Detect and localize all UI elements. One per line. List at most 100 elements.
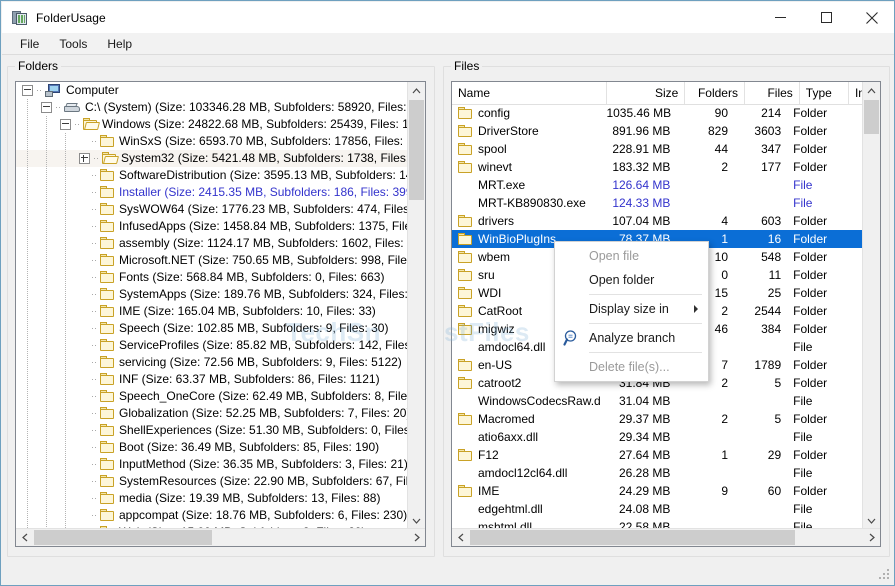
context-menu-item[interactable]: Display size in — [555, 297, 708, 321]
table-row[interactable]: spool 228.91 MB 44 347 Folder — [452, 140, 865, 158]
cell-name: MRT-KB890830.exe — [452, 196, 600, 210]
tree-line: ·· — [91, 442, 97, 452]
column-header-files[interactable]: Files — [745, 82, 800, 104]
files-list-hscrollbar[interactable] — [452, 528, 880, 546]
folder-tree-hscrollbar[interactable] — [16, 528, 425, 546]
scroll-down-icon[interactable] — [408, 512, 425, 529]
tree-node[interactable]: ·· SoftwareDistribution (Size: 3595.13 MB… — [16, 167, 410, 184]
maximize-button[interactable] — [803, 2, 849, 33]
tree-node[interactable]: ·· appcompat (Size: 18.76 MB, Subfolders:… — [16, 507, 410, 524]
folder-tree-vscroll-thumb[interactable] — [409, 100, 424, 200]
table-row[interactable]: config 1035.46 MB 90 214 Folder — [452, 104, 865, 122]
folder-icon — [458, 268, 472, 281]
cell-size: 27.64 MB — [619, 448, 671, 462]
expand-icon[interactable] — [79, 153, 90, 164]
table-row[interactable]: drivers 107.04 MB 4 603 Folder — [452, 212, 865, 230]
cell-name-text: wbem — [478, 250, 511, 264]
tree-node[interactable]: ·· Speech_OneCore (Size: 62.49 MB, Subfol… — [16, 388, 410, 405]
tree-node[interactable]: ·· INF (Size: 63.37 MB, Subfolders: 86, F… — [16, 371, 410, 388]
tree-guide-line — [65, 133, 66, 530]
scroll-right-icon[interactable] — [408, 529, 425, 546]
tree-node[interactable]: ·· InputMethod (Size: 36.35 MB, Subfolder… — [16, 456, 410, 473]
table-row[interactable]: winevt 183.32 MB 2 177 Folder — [452, 158, 865, 176]
folder-tree-vscrollbar[interactable] — [407, 82, 425, 529]
tree-node-label: servicing (Size: 72.56 MB, Subfolders: 9… — [119, 355, 402, 369]
column-header-name[interactable]: Name — [452, 82, 607, 104]
scroll-left-icon[interactable] — [452, 529, 469, 546]
resize-grip-icon[interactable] — [879, 569, 891, 581]
computer-icon — [45, 84, 61, 97]
column-header-folders[interactable]: Folders — [685, 82, 745, 104]
folder-icon — [100, 441, 114, 453]
tree-node[interactable]: ·· ServiceProfiles (Size: 85.82 MB, Subfo… — [16, 337, 410, 354]
files-list-vscrollbar[interactable] — [862, 82, 880, 529]
column-header-size[interactable]: Size — [607, 82, 686, 104]
tree-node[interactable]: ·· IME (Size: 165.04 MB, Subfolders: 10, … — [16, 303, 410, 320]
files-list-hscroll-thumb[interactable] — [470, 530, 795, 545]
cell-name-text: config — [478, 106, 511, 120]
scroll-right-icon[interactable] — [863, 529, 880, 546]
context-menu-item-label: Open file — [589, 249, 640, 263]
cell-size: 24.08 MB — [619, 502, 671, 516]
tree-node[interactable]: ·· Microsoft.NET (Size: 750.65 MB, Subfol… — [16, 252, 410, 269]
close-button[interactable] — [849, 2, 894, 33]
tree-node[interactable]: ·· Globalization (Size: 52.25 MB, Subfold… — [16, 405, 410, 422]
tree-line: ·· — [93, 153, 99, 163]
scroll-up-icon[interactable] — [408, 82, 425, 99]
table-row[interactable]: Macromed 29.37 MB 2 5 Folder — [452, 410, 865, 428]
cell-name-text: CatRoot — [478, 304, 523, 318]
collapse-icon[interactable] — [41, 102, 52, 113]
menu-tools[interactable]: Tools — [49, 35, 97, 53]
tree-node[interactable]: ·· servicing (Size: 72.56 MB, Subfolders:… — [16, 354, 410, 371]
tree-node[interactable]: ·· Speech (Size: 102.85 MB, Subfolders: 9… — [16, 320, 410, 337]
table-row[interactable]: MRT.exe 126.64 MB File — [452, 176, 865, 194]
table-row[interactable]: DriverStore 891.96 MB 829 3603 Folder — [452, 122, 865, 140]
table-row[interactable]: edgehtml.dll 24.08 MB File — [452, 500, 865, 518]
tree-node[interactable]: ·· SystemResources (Size: 22.90 MB, Subfo… — [16, 473, 410, 490]
context-menu-item[interactable]: Analyze branch — [555, 326, 708, 350]
table-row[interactable]: MRT-KB890830.exe 124.33 MB File — [452, 194, 865, 212]
collapse-icon[interactable] — [60, 119, 71, 130]
folder-icon — [100, 135, 114, 147]
collapse-icon[interactable] — [22, 85, 33, 96]
tree-node[interactable]: ·· media (Size: 19.39 MB, Subfolders: 13,… — [16, 490, 410, 507]
files-list-vscroll-thumb[interactable] — [864, 100, 879, 134]
menu-file[interactable]: File — [10, 35, 49, 53]
folder-tree-hscroll-thumb[interactable] — [34, 530, 212, 545]
tree-node-label: Globalization (Size: 52.25 MB, Subfolder… — [119, 406, 410, 420]
cell-files: 11 — [768, 268, 782, 282]
tree-node[interactable]: ·· SysWOW64 (Size: 1776.23 MB, Subfolders… — [16, 201, 410, 218]
tree-node[interactable]: ·· ShellExperiences (Size: 51.30 MB, Subf… — [16, 422, 410, 439]
tree-node[interactable]: ·· assembly (Size: 1124.17 MB, Subfolders… — [16, 235, 410, 252]
tree-node[interactable]: ·· WinSxS (Size: 6593.70 MB, Subfolders: … — [16, 133, 410, 150]
folder-icon — [458, 142, 472, 155]
tree-node[interactable]: ·· System32 (Size: 5421.48 MB, Subfolders… — [16, 150, 410, 167]
tree-node[interactable]: ·· InfusedApps (Size: 1458.84 MB, Subfold… — [16, 218, 410, 235]
cell-name-text: WDI — [478, 286, 502, 300]
menu-help[interactable]: Help — [97, 35, 142, 53]
table-row[interactable]: amdocl12cl64.dll 26.28 MB File — [452, 464, 865, 482]
table-row[interactable]: IME 24.29 MB 9 60 Folder — [452, 482, 865, 500]
minimize-button[interactable] — [757, 2, 803, 33]
context-menu-item[interactable]: Open folder — [555, 268, 708, 292]
cell-name-text: atio6axx.dll — [478, 430, 539, 444]
column-header-type[interactable]: Type — [800, 82, 849, 104]
tree-node[interactable]: ·· Installer (Size: 2415.35 MB, Subfolder… — [16, 184, 410, 201]
files-context-menu[interactable]: Open file Open folder Display size in Analy… — [554, 241, 709, 382]
tree-node[interactable]: ·· Fonts (Size: 568.84 MB, Subfolders: 0,… — [16, 269, 410, 286]
scroll-up-icon[interactable] — [863, 82, 880, 99]
folder-tree[interactable]: ·· Computer ·· C:\ (System) (Size: 103346.2… — [15, 81, 426, 547]
tree-node[interactable]: ·· Boot (Size: 36.49 MB, Subfolders: 85, … — [16, 439, 410, 456]
files-list-header[interactable]: NameSizeFoldersFilesTypeInfo — [452, 82, 880, 105]
table-row[interactable]: F12 27.64 MB 1 29 Folder — [452, 446, 865, 464]
scroll-down-icon[interactable] — [863, 512, 880, 529]
table-row[interactable]: WindowsCodecsRaw.dll 31.04 MB File — [452, 392, 865, 410]
tree-node[interactable]: ·· C:\ (System) (Size: 103346.28 MB, Subf… — [16, 99, 410, 116]
tree-node[interactable]: ·· Computer — [16, 82, 410, 99]
tree-node-label: Microsoft.NET (Size: 750.65 MB, Subfolde… — [119, 253, 410, 267]
tree-node[interactable]: ·· Windows (Size: 24822.68 MB, Subfolders… — [16, 116, 410, 133]
submenu-arrow-icon — [694, 305, 698, 313]
table-row[interactable]: atio6axx.dll 29.34 MB File — [452, 428, 865, 446]
tree-node[interactable]: ·· SystemApps (Size: 189.76 MB, Subfolder… — [16, 286, 410, 303]
scroll-left-icon[interactable] — [16, 529, 33, 546]
